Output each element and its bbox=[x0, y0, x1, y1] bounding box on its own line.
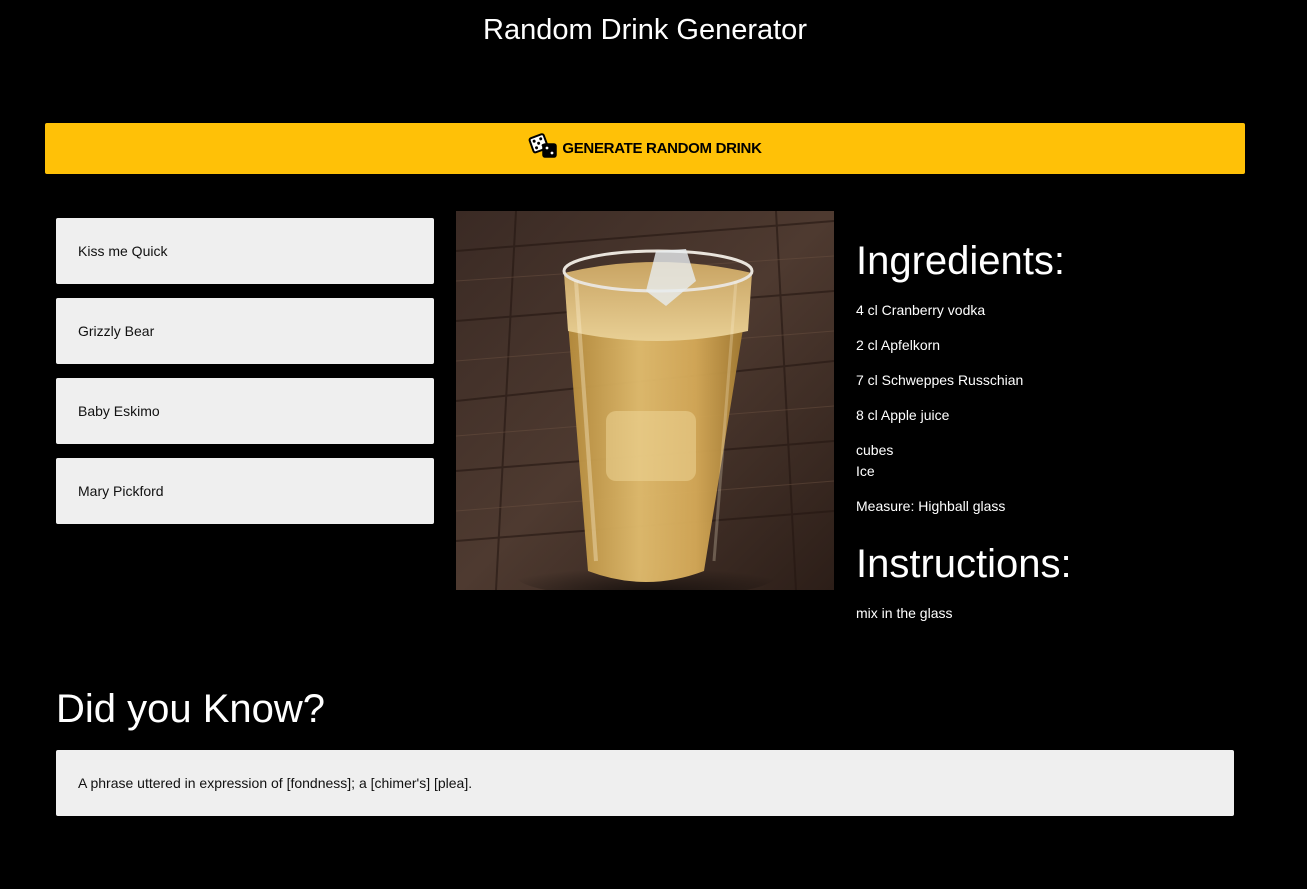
drink-details: Ingredients: 4 cl Cranberry vodka 2 cl A… bbox=[856, 236, 1256, 624]
ingredient-item: 2 cl Apfelkorn bbox=[856, 337, 941, 353]
drink-name: Kiss me Quick bbox=[78, 243, 168, 259]
ingredient-item: 4 cl Cranberry vodka bbox=[856, 302, 986, 318]
did-you-know-heading: Did you Know? bbox=[56, 687, 326, 731]
ingredient-item: 7 cl Schweppes Russchian bbox=[856, 372, 1024, 388]
instructions-heading: Instructions: bbox=[856, 542, 1072, 586]
drink-list-item[interactable]: Kiss me Quick bbox=[56, 218, 434, 284]
ingredient-ice-unit: cubes bbox=[856, 442, 894, 458]
dice-icon bbox=[528, 132, 558, 158]
ingredient-item: 8 cl Apple juice bbox=[856, 407, 950, 423]
fact-box: A phrase uttered in expression of [fondn… bbox=[56, 750, 1234, 816]
drink-name: Baby Eskimo bbox=[78, 403, 160, 419]
fact-text: A phrase uttered in expression of [fondn… bbox=[78, 775, 473, 791]
drink-list: Kiss me Quick Grizzly Bear Baby Eskimo M… bbox=[56, 218, 434, 538]
instructions-text: mix in the glass bbox=[856, 605, 953, 621]
ingredient-ice: Ice bbox=[856, 463, 875, 479]
page-title: Random Drink Generator bbox=[483, 14, 807, 46]
ingredients-heading: Ingredients: bbox=[856, 239, 1066, 283]
drink-list-item[interactable]: Mary Pickford bbox=[56, 458, 434, 524]
generate-random-drink-button[interactable]: GENERATE RANDOM DRINK bbox=[45, 123, 1245, 174]
drink-list-item[interactable]: Baby Eskimo bbox=[56, 378, 434, 444]
drink-photo bbox=[456, 211, 834, 590]
drink-name: Grizzly Bear bbox=[78, 323, 155, 339]
drink-name: Mary Pickford bbox=[78, 483, 164, 499]
drink-list-item[interactable]: Grizzly Bear bbox=[56, 298, 434, 364]
glass-measure: Measure: Highball glass bbox=[856, 498, 1006, 514]
generate-button-label: GENERATE RANDOM DRINK bbox=[562, 140, 762, 157]
